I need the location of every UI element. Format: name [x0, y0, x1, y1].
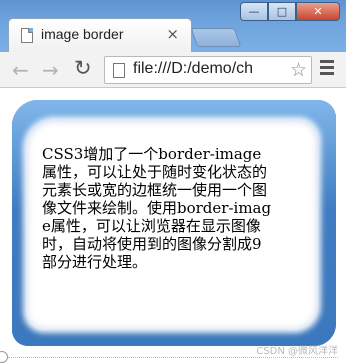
address-bar[interactable]: file:///D:/demo/ch ☆ — [104, 56, 312, 84]
browser-titlebar: image border × — □ ✕ — [0, 0, 346, 52]
tab-title: image border — [41, 26, 124, 42]
tab-image-border[interactable]: image border × — [8, 18, 192, 52]
close-button[interactable]: ✕ — [296, 2, 340, 21]
watermark: CSDN @微风洋洋 — [256, 346, 338, 357]
page-icon — [21, 28, 33, 43]
maximize-button[interactable]: □ — [268, 2, 296, 21]
window-controls: — □ ✕ — [240, 2, 340, 22]
page-content: CSS3增加了一个border-image属性，可以让处于随时变化状态的元素长或… — [0, 88, 346, 363]
back-icon[interactable]: ← — [12, 58, 29, 82]
url-text[interactable]: file:///D:/demo/ch — [133, 60, 253, 78]
tab-close-icon[interactable]: × — [166, 25, 179, 43]
resize-handle[interactable] — [0, 351, 8, 363]
bookmark-star-icon[interactable]: ☆ — [287, 59, 307, 81]
minimize-button[interactable]: — — [240, 2, 268, 21]
new-tab-button[interactable] — [190, 28, 242, 47]
forward-icon[interactable]: → — [42, 58, 59, 82]
menu-icon[interactable] — [320, 60, 334, 78]
reload-icon[interactable]: ↻ — [74, 56, 92, 80]
divider — [8, 357, 338, 358]
description-text: CSS3增加了一个border-image属性，可以让处于随时变化状态的元素长或… — [42, 145, 272, 271]
browser-toolbar: ← → ↻ file:///D:/demo/ch ☆ — [0, 52, 346, 88]
file-icon — [113, 63, 125, 78]
